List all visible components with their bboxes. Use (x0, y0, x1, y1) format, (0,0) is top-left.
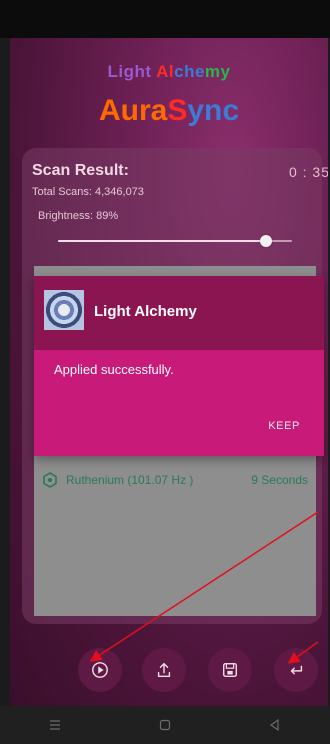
back-triangle-icon[interactable] (267, 717, 283, 733)
device-frame: Light Alchemy AuraSync Scan Result: 0 : … (0, 0, 330, 744)
play-button[interactable] (78, 648, 122, 692)
menu-icon[interactable] (47, 717, 63, 733)
list-item-duration: 9 Seconds (251, 473, 308, 487)
brightness-label: Brightness: (38, 210, 94, 222)
brand-top-title: Light Alchemy (107, 62, 231, 81)
play-icon (92, 662, 108, 678)
system-nav-bar (0, 706, 330, 744)
total-scans-value: 4,346,073 (94, 186, 144, 198)
brightness-slider-thumb[interactable] (260, 235, 273, 247)
app-logo-icon (44, 290, 84, 330)
dialog-message: Applied successfully. (54, 362, 174, 377)
upload-icon (157, 662, 171, 678)
total-scans: Total Scans: 4,346,073 (32, 186, 144, 198)
list-item-name: Ruthenium (101.07 Hz ) (66, 473, 194, 487)
hexagon-icon (43, 472, 57, 488)
list-item[interactable]: Ruthenium (101.07 Hz ) 9 Seconds (34, 466, 316, 494)
app-screen: Light Alchemy AuraSync Scan Result: 0 : … (10, 38, 328, 706)
dialog-body: Applied successfully. KEEP (34, 350, 324, 456)
dialog-title: Light Alchemy (94, 303, 197, 320)
save-icon (222, 662, 238, 678)
back-button[interactable] (274, 648, 318, 692)
home-icon[interactable] (157, 717, 173, 733)
total-scans-label: Total Scans: (32, 186, 92, 198)
success-dialog: Light Alchemy Applied successfully. KEEP (34, 276, 324, 456)
scan-timer: 0 : 35 (288, 164, 328, 180)
brightness-slider[interactable] (58, 235, 292, 247)
save-button[interactable] (208, 648, 252, 692)
brightness-slider-fill (58, 240, 267, 242)
brand-main-title: AuraSync (98, 94, 240, 127)
return-arrow-icon (290, 665, 303, 675)
status-bar (0, 0, 330, 38)
keep-button[interactable]: KEEP (268, 420, 300, 432)
dialog-header: Light Alchemy (34, 276, 324, 350)
brightness: Brightness: 89% (38, 210, 118, 222)
share-button[interactable] (142, 648, 186, 692)
scan-title: Scan Result: (32, 162, 129, 179)
brightness-value: 89% (96, 210, 119, 222)
